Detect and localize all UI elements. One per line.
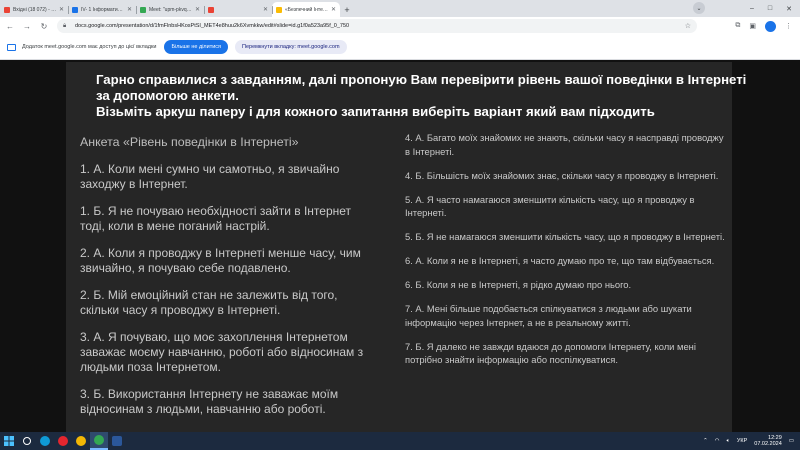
- clock[interactable]: 12:29 07.02.2024: [754, 435, 782, 447]
- browser-toolbar: ← → ↻ 🔒︎ docs.google.com/presentation/d/…: [0, 17, 800, 35]
- slide: Гарно справилися з завданням, далі пропо…: [66, 62, 747, 432]
- tab-list: Вхідні (18 072) - vam@ctpy.vn✕IV- 1 Інфо…: [0, 2, 340, 17]
- search-icon[interactable]: [18, 432, 36, 450]
- taskbar-app-chrome-active[interactable]: [90, 432, 108, 450]
- browser-tab[interactable]: IV- 1 Інформатика 1 курс✕: [68, 2, 136, 17]
- tab-close-icon[interactable]: ✕: [263, 6, 268, 13]
- tab-search-icon[interactable]: ⌄: [693, 2, 705, 14]
- survey-item: 7. Б. Я далеко не завжди вдаюся до допом…: [405, 340, 696, 366]
- tab-close-icon[interactable]: ✕: [127, 6, 132, 13]
- back-arrow-icon[interactable]: ←: [3, 19, 17, 33]
- tab-favicon-icon: [140, 6, 146, 13]
- browser-tab[interactable]: Вхідні (18 072) - vam@ctpy.vn✕: [0, 2, 68, 17]
- tab-title: «Безпечний Інтернет та с...: [285, 6, 329, 13]
- tab-title: IV- 1 Інформатика 1 курс: [81, 6, 125, 13]
- extensions-icon[interactable]: ⧉: [735, 22, 740, 30]
- stop-sharing-button[interactable]: Більше не ділитися: [164, 40, 229, 54]
- browser-tab[interactable]: «Безпечний Інтернет та с...✕: [272, 2, 340, 17]
- tab-close-icon[interactable]: ✕: [331, 6, 336, 13]
- survey-item: 6. А. Коли я не в Інтернеті, я часто дум…: [405, 255, 715, 266]
- sidebar-icon[interactable]: ▣: [749, 22, 756, 30]
- tab-title: Meet: "upm-pkvq-vyq": [149, 6, 193, 13]
- slide-heading-line-2: за допомогою анкети.: [96, 88, 239, 103]
- browser-tab-strip: Вхідні (18 072) - vam@ctpy.vn✕IV- 1 Інфо…: [0, 0, 800, 17]
- tab-close-icon[interactable]: ✕: [59, 6, 64, 13]
- windows-start-icon[interactable]: [0, 432, 18, 450]
- taskbar-app-opera[interactable]: [54, 432, 72, 450]
- sharing-message: Додаток meet.google.com має доступ до ці…: [22, 44, 157, 50]
- tab-sharing-infobar: Додаток meet.google.com має доступ до ці…: [0, 35, 800, 60]
- survey-item: 1. Б. Я не почуваю необхідності зайти в …: [80, 204, 352, 233]
- taskbar-app-chrome[interactable]: [72, 432, 90, 450]
- toolbar-actions: ⧉ ▣ ⋮: [735, 20, 800, 32]
- word-icon: [112, 436, 122, 446]
- browser-tab[interactable]: Meet: "upm-pkvq-vyq" ✕: [136, 2, 204, 17]
- tab-close-icon[interactable]: ✕: [195, 6, 200, 13]
- system-tray: ⌃ ◠ 🔈︎ УКР 12:29 07.02.2024 ▭: [703, 435, 800, 447]
- slide-heading-line-3: Візьміть аркуш паперу і для кожного запи…: [96, 104, 655, 119]
- survey-item: 4. Б. Більшість моїх знайомих знає, скіл…: [405, 169, 719, 181]
- taskbar-app-word[interactable]: [108, 432, 126, 450]
- tab-favicon-icon: [276, 6, 282, 13]
- slide-heading-line-1: Гарно справилися з завданням, далі пропо…: [96, 72, 747, 87]
- survey-item: 6. Б. Коли я не в Інтернеті, я рідко дум…: [405, 279, 632, 290]
- clock-date: 07.02.2024: [754, 441, 782, 447]
- url-text[interactable]: docs.google.com/presentation/d/1fmFlnbsH…: [75, 23, 681, 29]
- survey-item: 3. А. Я почуваю, що моє захоплення Інтер…: [80, 330, 364, 374]
- screen-share-icon: [7, 43, 16, 51]
- close-window-button[interactable]: ✕: [786, 5, 792, 13]
- survey-item: 5. А. Я часто намагаюся зменшити кількіс…: [405, 193, 695, 219]
- profile-avatar[interactable]: [765, 20, 776, 32]
- presentation-stage: Гарно справилися з завданням, далі пропо…: [0, 60, 800, 432]
- tab-favicon-icon: [4, 6, 10, 13]
- browser-tab[interactable]: ✕: [204, 2, 272, 17]
- edge-icon: [40, 436, 50, 446]
- tab-favicon-icon: [208, 6, 214, 13]
- chrome-icon: [76, 436, 86, 446]
- tab-title: Вхідні (18 072) - vam@ctpy.vn: [13, 6, 57, 13]
- survey-item: 2. Б. Мій емоційний стан не залежить від…: [80, 288, 338, 317]
- survey-item: 2. А. Коли я проводжу в Інтернеті менше …: [80, 246, 361, 275]
- survey-title: Анкета «Рівень поведінки в Інтернеті»: [80, 135, 299, 149]
- notifications-icon[interactable]: ▭: [789, 438, 794, 444]
- tray-arrow-icon[interactable]: ⌃: [703, 438, 708, 444]
- lock-icon[interactable]: 🔒︎: [63, 23, 71, 30]
- forward-arrow-icon[interactable]: →: [20, 19, 34, 33]
- language-indicator[interactable]: УКР: [737, 438, 747, 444]
- chrome-active-icon: [94, 435, 104, 445]
- maximize-button[interactable]: □: [768, 5, 772, 12]
- volume-icon[interactable]: 🔈︎: [727, 438, 730, 445]
- survey-item: 1. А. Коли мені сумно чи самотньо, я зви…: [80, 162, 340, 191]
- taskbar-app-edge[interactable]: [36, 432, 54, 450]
- survey-item: 3. Б. Використання Інтернету не заважає …: [80, 387, 339, 416]
- slide-heading: Гарно справилися з завданням, далі пропо…: [96, 72, 747, 120]
- windows-taskbar: ⌃ ◠ 🔈︎ УКР 12:29 07.02.2024 ▭: [0, 432, 800, 450]
- network-icon[interactable]: ◠: [715, 438, 720, 444]
- tab-favicon-icon: [72, 6, 78, 13]
- survey-right-column: 4. А. Багато моїх знайомих не знають, ск…: [405, 131, 725, 377]
- switch-tab-button[interactable]: Перемкнути вкладку: meet.google.com: [235, 40, 347, 54]
- opera-icon: [58, 436, 68, 446]
- menu-icon[interactable]: ⋮: [785, 22, 792, 30]
- bookmark-star-icon[interactable]: ☆: [685, 22, 691, 30]
- reload-icon[interactable]: ↻: [37, 19, 51, 33]
- window-controls: – □ ✕: [750, 0, 800, 17]
- address-bar[interactable]: 🔒︎ docs.google.com/presentation/d/1fmFln…: [57, 19, 697, 33]
- survey-left-column: Анкета «Рівень поведінки в Інтернеті» 1.…: [80, 135, 370, 429]
- minimize-button[interactable]: –: [750, 5, 754, 12]
- taskbar-apps: [36, 432, 126, 450]
- survey-item: 5. Б. Я не намагаюся зменшити кількість …: [405, 231, 725, 242]
- new-tab-button[interactable]: +: [340, 2, 354, 17]
- survey-item: 4. А. Багато моїх знайомих не знають, ск…: [405, 132, 724, 157]
- survey-item: 7. А. Мені більше подобається спілкувати…: [405, 303, 692, 328]
